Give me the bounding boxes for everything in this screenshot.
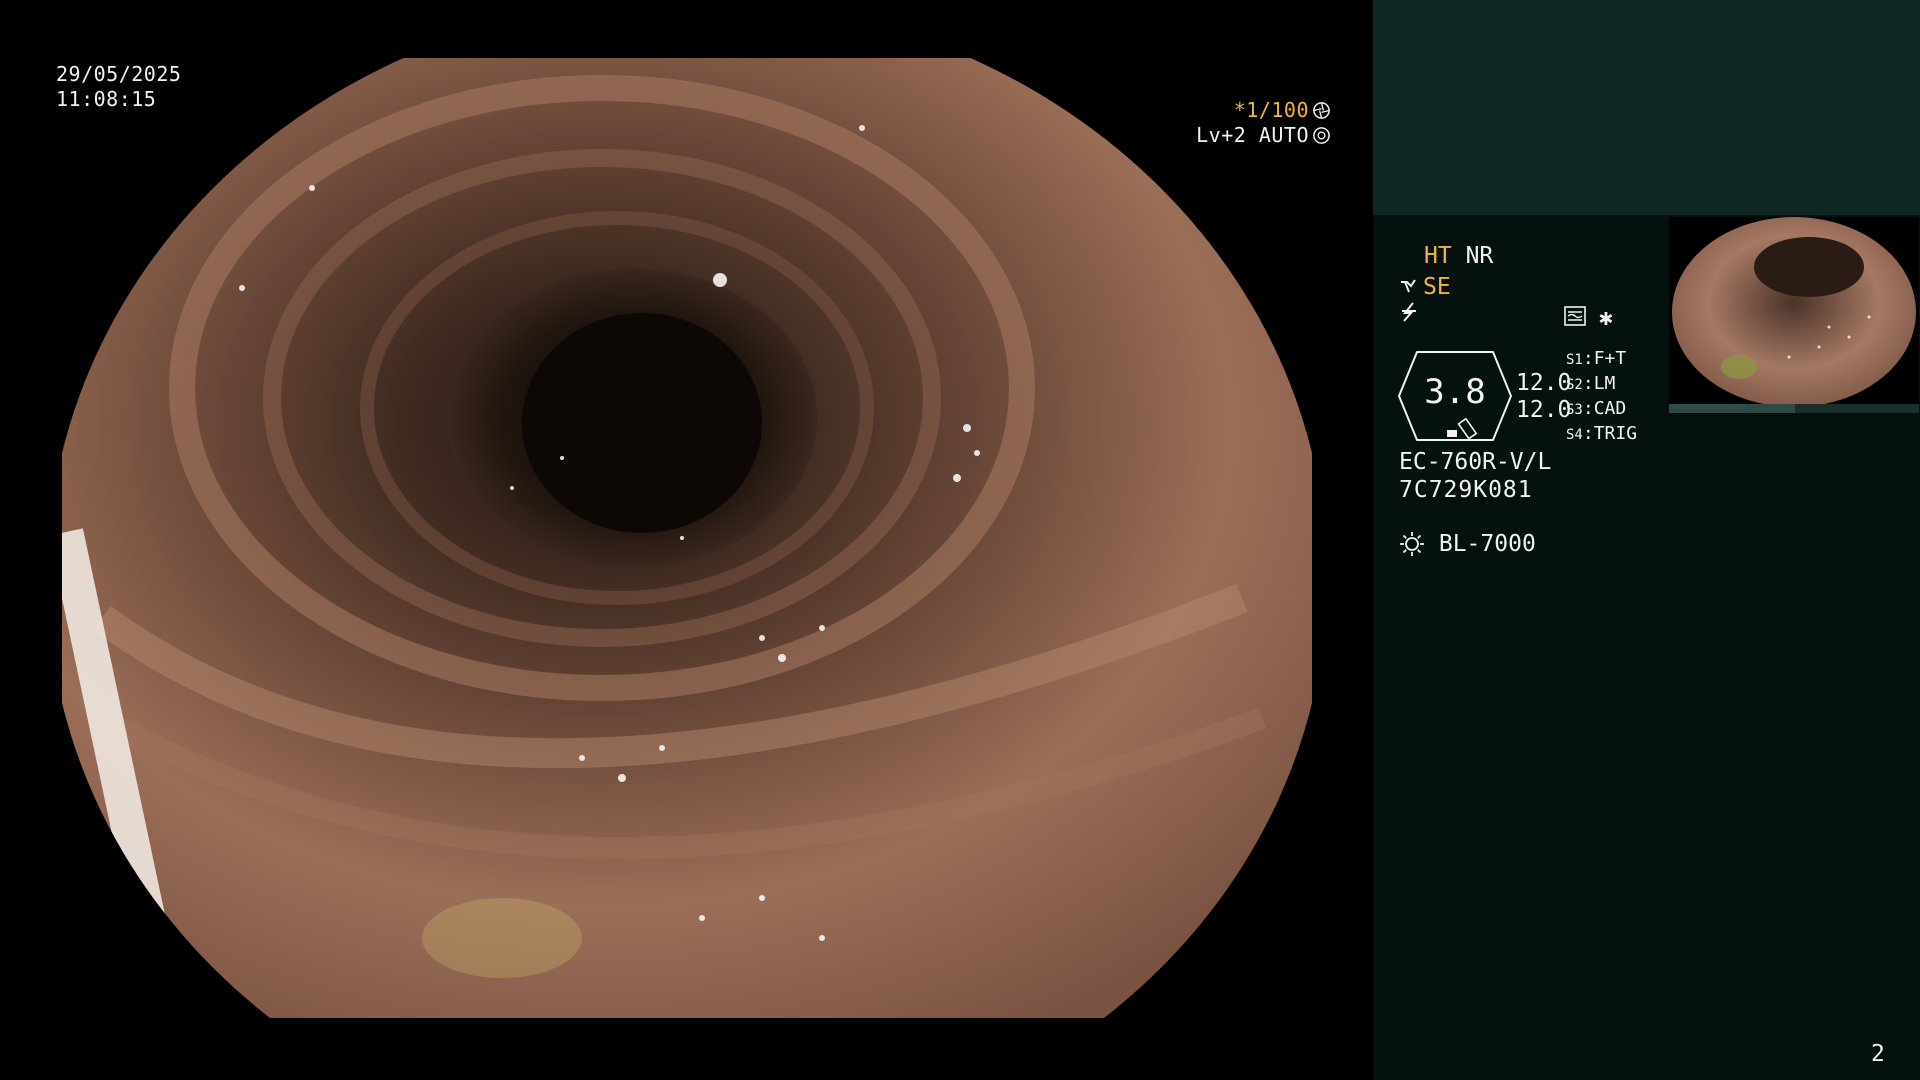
enhancement-icon <box>1564 305 1586 333</box>
exposure-readout: *1/100 Lv+2 AUTO <box>1071 98 1331 148</box>
slot-s3: S3:CAD <box>1566 398 1627 419</box>
iris-icon <box>1313 127 1330 144</box>
asterisk-icon: ✱ <box>1599 305 1613 331</box>
gauge-sub-value-1: 12.0 <box>1516 370 1572 396</box>
se-label: SE <box>1423 274 1451 300</box>
slot-s2: S2:LM <box>1566 373 1616 394</box>
ht-label: HT <box>1424 243 1452 269</box>
page-number: 2 <box>1871 1041 1885 1067</box>
gauge-value: 3.8 <box>1424 372 1486 412</box>
lightning-icon <box>1399 301 1419 330</box>
aperture-icon <box>1313 102 1330 119</box>
nr-label: NR <box>1465 243 1494 269</box>
date-time-readout: 29/05/2025 11:08:15 <box>56 62 181 112</box>
thumbnail-bar-fill <box>1669 404 1795 413</box>
endoscope-view: 29/05/2025 11:08:15 *1/100 Lv+2 AUTO <box>0 0 1373 1080</box>
info-panel: HT NR SE ✱ 3.8 12.0 12.0 S1:F+T S2:LM S3… <box>1373 0 1920 1080</box>
scope-serial: 7C729K081 <box>1399 477 1533 503</box>
light-source-text: BL-7000 <box>1438 531 1536 557</box>
se-row: SE <box>1399 273 1451 301</box>
gauge-sub-value-2: 12.0 <box>1516 397 1572 423</box>
scope-model: EC-760R-V/L <box>1399 449 1552 475</box>
light-source-row: BL-7000 <box>1399 530 1536 558</box>
thumbnail-bar <box>1669 404 1919 413</box>
sun-icon <box>1400 532 1424 556</box>
date-text: 29/05/2025 <box>56 62 182 86</box>
gain-text: Lv+2 AUTO <box>1196 123 1309 147</box>
thumbnail-capture[interactable] <box>1669 217 1919 404</box>
panel-header-area <box>1373 0 1920 215</box>
endoscopy-image <box>62 58 1312 1018</box>
mode-row: HT NR <box>1424 242 1493 270</box>
scope-icon <box>1401 279 1416 293</box>
shutter-text: *1/100 <box>1233 98 1309 122</box>
time-text: 11:08:15 <box>56 87 157 111</box>
slot-s1: S1:F+T <box>1566 348 1627 369</box>
slot-s4: S4:TRIG <box>1566 423 1638 444</box>
